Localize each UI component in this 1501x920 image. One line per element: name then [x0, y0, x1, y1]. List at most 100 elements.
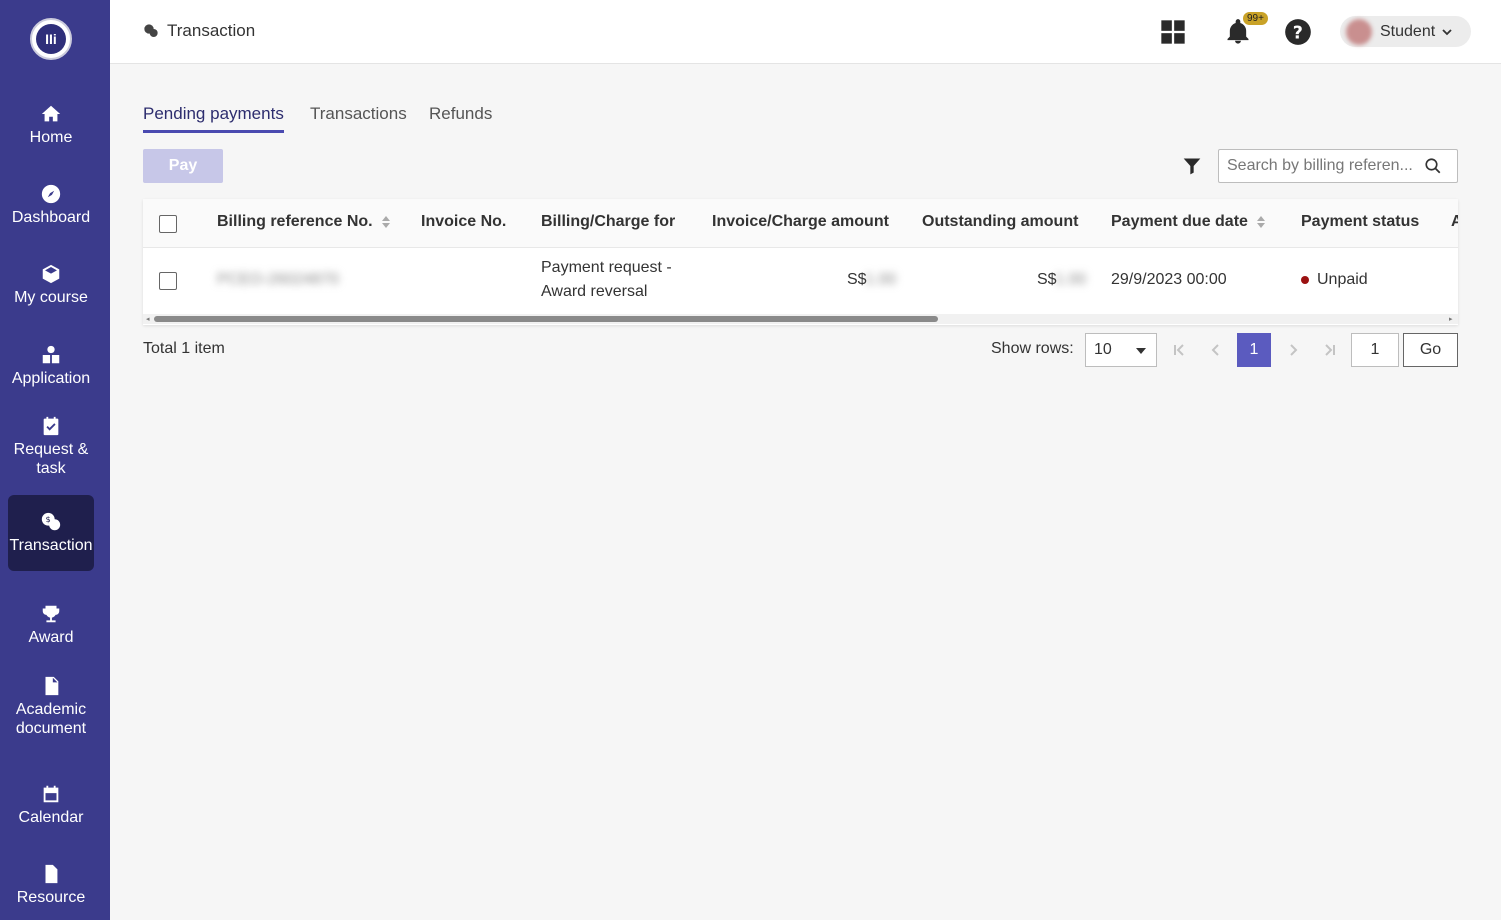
first-page-icon [1174, 344, 1184, 356]
goto-page-input[interactable] [1351, 333, 1399, 367]
apps-grid-icon[interactable] [1159, 18, 1187, 46]
search-box [1218, 149, 1458, 183]
help-icon[interactable]: ? [1284, 18, 1312, 46]
search-icon[interactable] [1424, 157, 1442, 175]
chevron-right-icon [1290, 344, 1298, 356]
nav-item-resource[interactable]: Resource [8, 847, 94, 920]
col-truncated: A [1451, 213, 1458, 230]
nav-item-transaction[interactable]: $ Transaction [8, 495, 94, 571]
page-title: Transaction [143, 21, 255, 41]
invoice-amount-value: 1.00 [865, 271, 897, 288]
col-billing-ref-label: Billing reference No. [217, 213, 373, 230]
svg-text:?: ? [1293, 23, 1303, 43]
filter-icon[interactable] [1182, 156, 1202, 176]
user-menu[interactable]: Student [1340, 16, 1471, 47]
nav-item-home[interactable]: Home [8, 87, 94, 163]
chevron-down-icon [1442, 28, 1452, 35]
avatar [1346, 18, 1372, 45]
col-outstanding-amount: Outstanding amount [922, 213, 1079, 230]
billing-ref-value: PCEO-26024870 [217, 271, 339, 288]
nav-label: My course [14, 289, 88, 306]
col-payment-status: Payment status [1301, 213, 1420, 230]
user-name: Student [1380, 22, 1436, 40]
scroll-left-icon[interactable]: ◂ [146, 315, 150, 323]
prev-page-button[interactable] [1209, 340, 1223, 360]
total-count: Total 1 item [143, 340, 225, 357]
horizontal-scrollbar[interactable]: ◂ ▸ [143, 314, 1458, 324]
nav-item-award[interactable]: Award [8, 587, 94, 663]
status-dot-icon [1301, 275, 1309, 284]
col-billing-ref[interactable]: Billing reference No. [217, 213, 391, 231]
chevron-left-icon [1211, 344, 1219, 356]
rows-per-page-value: 10 [1094, 341, 1112, 358]
sidebar: IIi Home Dashboard My course Application… [0, 0, 110, 920]
status-text: Unpaid [1317, 271, 1368, 288]
nav-item-request-task[interactable]: Request & task [8, 408, 94, 484]
nav-label: Academic document [15, 700, 87, 737]
sort-icon[interactable] [1256, 215, 1266, 229]
tab-transactions[interactable]: Transactions [310, 104, 407, 130]
col-due-date[interactable]: Payment due date [1111, 213, 1266, 231]
nav-item-dashboard[interactable]: Dashboard [8, 167, 94, 243]
scroll-right-icon[interactable]: ▸ [1449, 315, 1453, 323]
nav-label: Calendar [18, 809, 84, 826]
page-title-text: Transaction [167, 21, 256, 40]
col-charge-for: Billing/Charge for [541, 213, 676, 230]
search-input[interactable] [1219, 151, 1424, 181]
logo[interactable]: IIi [30, 18, 72, 60]
last-page-icon [1325, 344, 1335, 356]
scroll-thumb[interactable] [154, 316, 938, 322]
apply-icon [42, 345, 60, 364]
outstanding-amount-value: 1.00 [1055, 271, 1087, 288]
status-badge: Unpaid [1301, 271, 1368, 289]
page-button-current[interactable]: 1 [1237, 333, 1271, 367]
calendar-icon [43, 785, 59, 803]
outstanding-currency: S$ [1037, 271, 1057, 288]
nav-item-application[interactable]: Application [8, 328, 94, 404]
notification-badge: 99+ [1242, 11, 1269, 26]
table-row: PCEO-26024870 Payment request - Award re… [143, 249, 1458, 313]
calendar-check-icon [43, 416, 59, 435]
rows-per-page-select[interactable]: 10 [1085, 333, 1157, 367]
table-header: Billing reference No. Invoice No. Billin… [143, 199, 1458, 248]
nav-label: Home [29, 129, 73, 146]
first-page-button[interactable] [1172, 340, 1186, 360]
compass-icon [41, 184, 61, 204]
nav-label: Dashboard [11, 209, 91, 226]
charge-for-line2: Award reversal [541, 283, 648, 300]
box-icon [42, 264, 60, 284]
nav-item-academic-document[interactable]: Academic document [8, 668, 94, 744]
sort-icon[interactable] [381, 215, 391, 229]
pay-button[interactable]: Pay [143, 149, 223, 183]
home-icon [41, 105, 61, 122]
nav-item-calendar[interactable]: Calendar [8, 767, 94, 843]
logo-mark: IIi [36, 24, 66, 54]
file-icon [45, 864, 58, 884]
transaction-icon: $ [41, 512, 61, 531]
nav-label: Award [28, 629, 74, 646]
trophy-icon [42, 605, 60, 623]
nav-label: Request & task [13, 440, 89, 477]
tab-refunds[interactable]: Refunds [429, 104, 492, 130]
due-date-value: 29/9/2023 00:00 [1111, 271, 1227, 288]
svg-text:$: $ [46, 514, 51, 524]
go-button[interactable]: Go [1403, 333, 1458, 367]
charge-for-line1: Payment request - [541, 259, 672, 276]
transaction-icon [144, 24, 158, 37]
nav-label: Application [11, 370, 91, 387]
col-due-date-label: Payment due date [1111, 213, 1248, 230]
select-all-checkbox[interactable] [159, 215, 177, 233]
row-checkbox[interactable] [159, 272, 177, 290]
next-page-button[interactable] [1286, 340, 1300, 360]
invoice-amount-currency: S$ [847, 271, 867, 288]
pdf-icon [45, 676, 59, 695]
nav-label: Resource [16, 889, 86, 906]
last-page-button[interactable] [1323, 340, 1337, 360]
show-rows-label: Show rows: [991, 340, 1074, 357]
nav-item-my-course[interactable]: My course [8, 247, 94, 323]
tab-pending-payments[interactable]: Pending payments [143, 104, 284, 133]
nav-label: Transaction [9, 537, 93, 554]
payments-table: Billing reference No. Invoice No. Billin… [143, 199, 1458, 325]
col-invoice-amount: Invoice/Charge amount [712, 213, 889, 230]
caret-down-icon [1136, 348, 1146, 354]
